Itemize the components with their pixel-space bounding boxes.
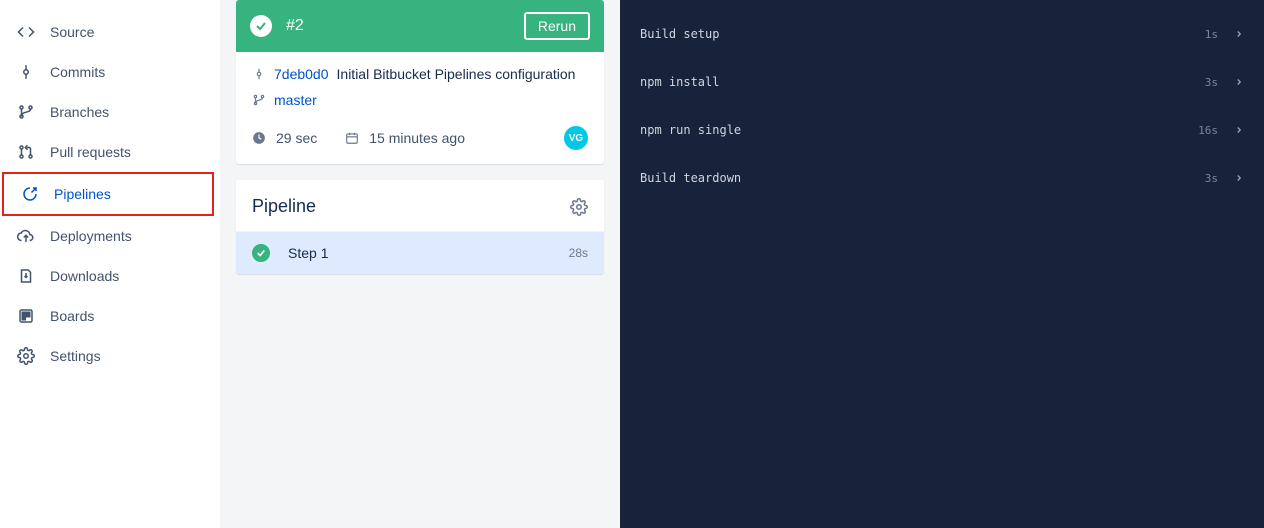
- log-section[interactable]: Build setup 1s: [640, 10, 1244, 58]
- branch-icon: [12, 103, 40, 121]
- sidebar-item-deployments[interactable]: Deployments: [0, 216, 220, 256]
- commit-line: 7deb0d0 Initial Bitbucket Pipelines conf…: [252, 66, 588, 82]
- sidebar-item-settings[interactable]: Settings: [0, 336, 220, 376]
- sidebar-item-boards[interactable]: Boards: [0, 296, 220, 336]
- gear-icon: [12, 347, 40, 365]
- pipeline-detail-column: #2 Rerun 7deb0d0 Initial Bitbucket Pipel…: [220, 0, 620, 528]
- pipeline-settings-button[interactable]: [570, 198, 588, 216]
- log-duration: 1s: [1205, 28, 1218, 41]
- chevron-right-icon: [1234, 125, 1244, 135]
- pipeline-header: Pipeline: [236, 180, 604, 231]
- rerun-button[interactable]: Rerun: [524, 12, 590, 40]
- active-highlight: Pipelines: [2, 172, 214, 216]
- sidebar-item-commits[interactable]: Commits: [0, 52, 220, 92]
- log-panel: Build setup 1s npm install 3s npm run si…: [620, 0, 1264, 528]
- sidebar-item-label: Pipelines: [54, 186, 111, 202]
- cloud-upload-icon: [12, 227, 40, 245]
- log-duration: 3s: [1205, 76, 1218, 89]
- log-label: Build teardown: [640, 171, 1205, 185]
- run-duration: 29 sec: [276, 130, 317, 146]
- log-section[interactable]: Build teardown 3s: [640, 154, 1244, 202]
- sidebar-item-label: Boards: [50, 308, 94, 324]
- pipeline-step[interactable]: Step 1 28s: [236, 231, 604, 274]
- sidebar-item-source[interactable]: Source: [0, 12, 220, 52]
- sidebar-item-pipelines[interactable]: Pipelines: [4, 174, 212, 214]
- sidebar-item-downloads[interactable]: Downloads: [0, 256, 220, 296]
- download-icon: [12, 267, 40, 285]
- pipeline-title: Pipeline: [252, 196, 570, 217]
- commit-icon: [252, 67, 266, 81]
- run-timestamp: 15 minutes ago: [369, 130, 465, 146]
- chevron-right-icon: [1234, 77, 1244, 87]
- commit-icon: [12, 63, 40, 81]
- branch-icon: [252, 93, 266, 107]
- log-label: npm install: [640, 75, 1205, 89]
- avatar[interactable]: VG: [564, 126, 588, 150]
- sidebar-item-pull-requests[interactable]: Pull requests: [0, 132, 220, 172]
- success-check-icon: [252, 244, 270, 262]
- log-duration: 16s: [1198, 124, 1218, 137]
- chevron-right-icon: [1234, 29, 1244, 39]
- branch-line: master: [252, 92, 588, 108]
- sidebar-item-branches[interactable]: Branches: [0, 92, 220, 132]
- log-section[interactable]: npm install 3s: [640, 58, 1244, 106]
- pull-request-icon: [12, 143, 40, 161]
- clock-icon: [252, 131, 266, 145]
- log-label: Build setup: [640, 27, 1205, 41]
- sidebar-item-label: Settings: [50, 348, 101, 364]
- boards-icon: [12, 307, 40, 325]
- sidebar-item-label: Pull requests: [50, 144, 131, 160]
- sidebar-item-label: Commits: [50, 64, 105, 80]
- sidebar-item-label: Source: [50, 24, 94, 40]
- run-meta: 29 sec 15 minutes ago VG: [252, 126, 588, 150]
- branch-link[interactable]: master: [274, 92, 317, 108]
- commit-message: Initial Bitbucket Pipelines configuratio…: [337, 66, 576, 82]
- pipeline-card: Pipeline Step 1 28s: [236, 180, 604, 274]
- sidebar-item-label: Downloads: [50, 268, 119, 284]
- step-duration: 28s: [569, 246, 588, 260]
- run-body: 7deb0d0 Initial Bitbucket Pipelines conf…: [236, 52, 604, 164]
- commit-hash-link[interactable]: 7deb0d0: [274, 66, 329, 82]
- pipelines-icon: [16, 185, 44, 203]
- sidebar-item-label: Deployments: [50, 228, 132, 244]
- sidebar-item-label: Branches: [50, 104, 109, 120]
- chevron-right-icon: [1234, 173, 1244, 183]
- run-card: #2 Rerun 7deb0d0 Initial Bitbucket Pipel…: [236, 0, 604, 164]
- sidebar: Source Commits Branches Pull requests Pi…: [0, 0, 220, 528]
- run-header: #2 Rerun: [236, 0, 604, 52]
- calendar-icon: [345, 131, 359, 145]
- log-section[interactable]: npm run single 16s: [640, 106, 1244, 154]
- step-label: Step 1: [288, 245, 569, 261]
- success-check-icon: [250, 15, 272, 37]
- code-icon: [12, 23, 40, 41]
- run-number: #2: [286, 17, 524, 35]
- log-duration: 3s: [1205, 172, 1218, 185]
- log-label: npm run single: [640, 123, 1198, 137]
